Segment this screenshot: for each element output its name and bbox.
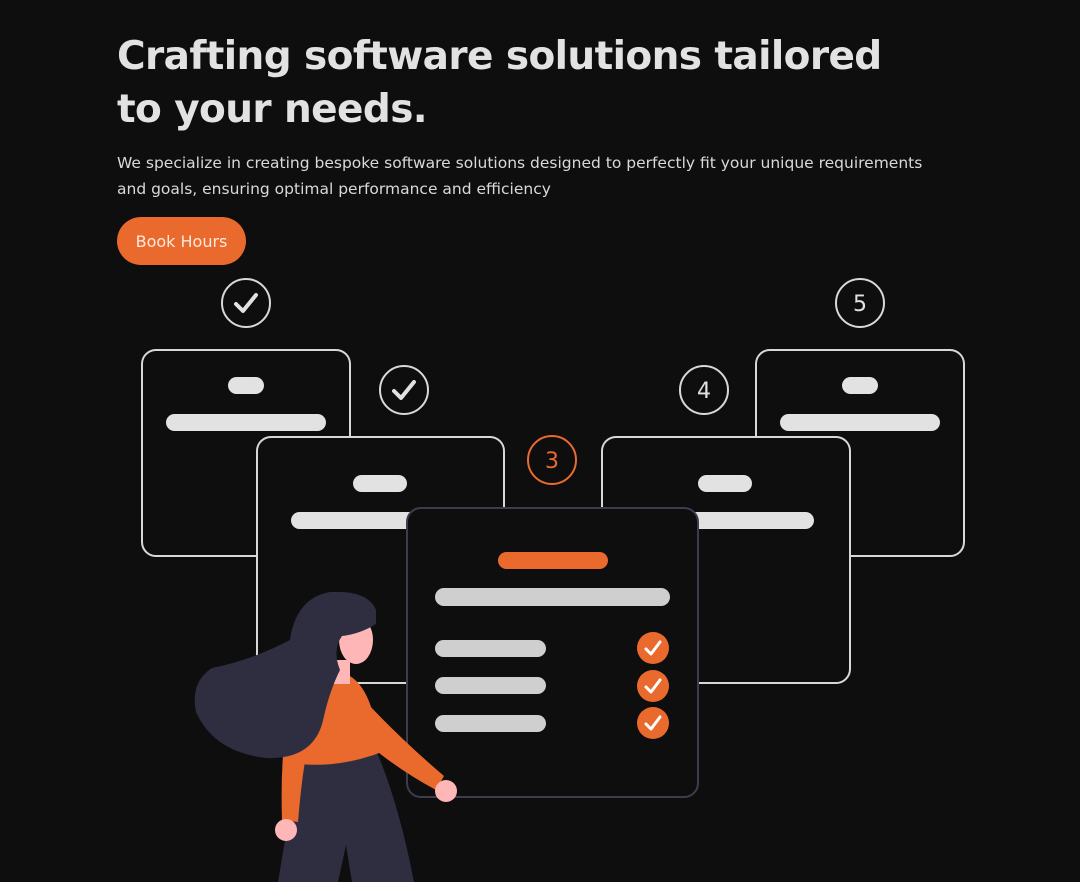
step-card-1 <box>141 349 351 557</box>
step-indicator-3: 3 <box>527 435 577 485</box>
check-circle-icon <box>637 632 669 664</box>
step-indicator-1 <box>221 278 271 328</box>
checklist-item <box>435 670 669 702</box>
step-indicator-5: 5 <box>835 278 885 328</box>
check-circle-icon <box>637 707 669 739</box>
check-circle-icon <box>637 670 669 702</box>
step-number-4: 4 <box>697 379 711 404</box>
current-step-card <box>406 507 699 798</box>
step-card-4 <box>601 436 851 684</box>
checkmark-icon <box>234 293 258 313</box>
step-number-5: 5 <box>853 292 867 317</box>
book-hours-button[interactable]: Book Hours <box>117 217 246 265</box>
checklist-item <box>435 632 669 664</box>
step-card-5 <box>755 349 965 557</box>
woman-figure-illustration <box>194 591 457 882</box>
step-indicator-2 <box>379 365 429 415</box>
step-number-3: 3 <box>545 449 559 474</box>
hero-title: Crafting software solutions tailored to … <box>117 34 882 132</box>
hero-subtitle: We specialize in creating bespoke softwa… <box>117 154 923 198</box>
step-card-2 <box>256 436 505 684</box>
step-indicator-4: 4 <box>679 365 729 415</box>
checklist-item <box>435 707 669 739</box>
checkmark-icon <box>392 380 416 400</box>
